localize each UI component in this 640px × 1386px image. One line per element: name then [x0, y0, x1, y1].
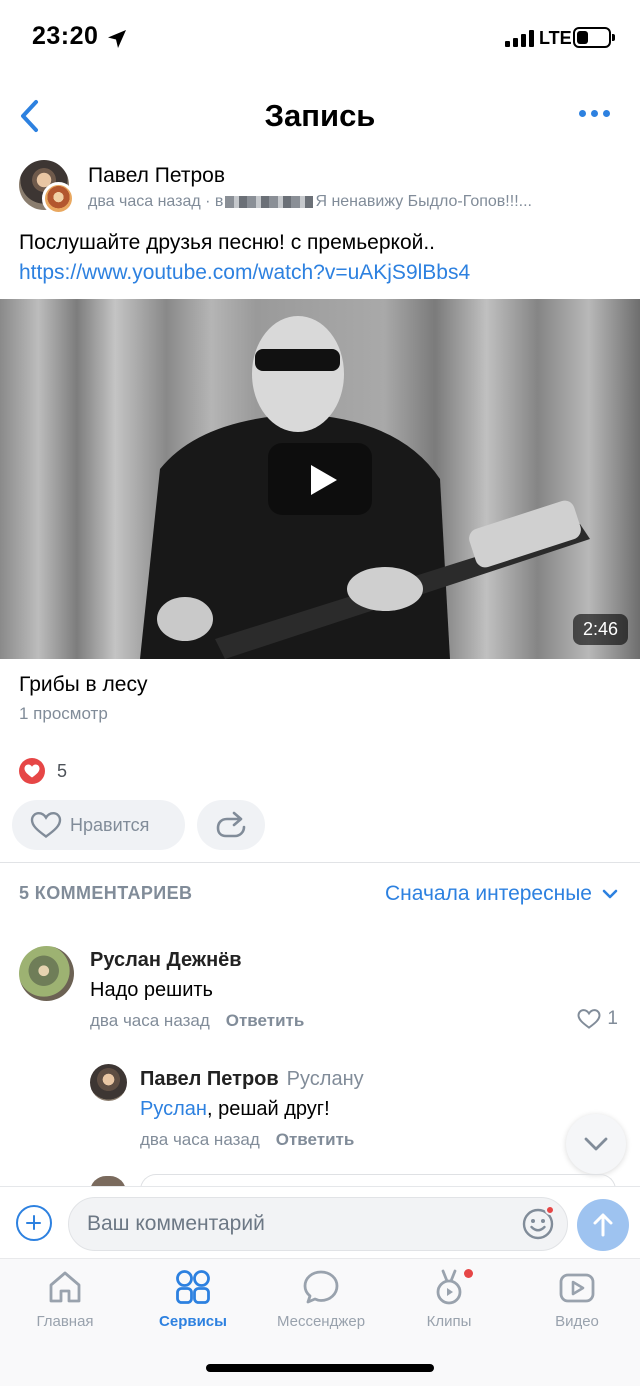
tab-services[interactable]: Сервисы: [138, 1267, 248, 1330]
post-meta: два часа назад · в Я ненавижу Быдло-Гопов…: [88, 193, 628, 211]
comment-text: Руслан, решай друг!: [140, 1098, 330, 1121]
tab-label: Мессенджер: [276, 1313, 366, 1330]
status-bar: 23:20 LTE: [0, 0, 640, 78]
reply-to: Руслану: [286, 1068, 364, 1090]
comment-author[interactable]: Руслан Дежнёв: [90, 949, 242, 972]
share-button[interactable]: [197, 800, 265, 850]
home-icon: [49, 1271, 81, 1303]
video-icon: [559, 1273, 595, 1303]
signal-icon: [505, 30, 534, 47]
page-title: Запись: [264, 98, 376, 133]
comment: Руслан Дежнёв Надо решить два часа назад…: [0, 940, 640, 1040]
likes-summary[interactable]: 5: [19, 758, 67, 784]
like-count: 5: [57, 760, 68, 781]
heart-outline-icon: [577, 1009, 601, 1029]
video-duration: 2:46: [572, 614, 628, 645]
location-arrow-icon: [108, 30, 126, 48]
tab-clips[interactable]: Клипы: [394, 1267, 504, 1330]
comment-input[interactable]: [68, 1197, 568, 1251]
post-time: два часа назад: [88, 193, 201, 210]
group-prefix: · в: [205, 193, 224, 210]
add-attachment-icon[interactable]: [16, 1205, 52, 1241]
comment-author: Павел Петров Руслану: [140, 1068, 364, 1091]
scroll-down-button[interactable]: [566, 1114, 626, 1174]
post-body: Послушайте друзья песню! с премьеркой.. …: [19, 228, 629, 288]
comment-text: Надо решить: [90, 979, 213, 1001]
heart-filled-icon: [19, 758, 45, 784]
more-options-icon[interactable]: [579, 110, 610, 117]
comments-count: 5 КОММЕНТАРИЕВ: [19, 883, 193, 903]
tab-label: Видео: [555, 1313, 599, 1330]
comment-like-count: 1: [607, 1008, 618, 1029]
send-button[interactable]: [577, 1199, 629, 1251]
mention-link[interactable]: Руслан: [140, 1098, 207, 1120]
video-thumbnail[interactable]: 2:46: [0, 299, 640, 659]
tab-messenger[interactable]: Мессенджер: [266, 1267, 376, 1330]
share-icon: [216, 811, 246, 838]
comment-meta: два часа назад Ответить: [140, 1130, 354, 1150]
comment-composer: [0, 1186, 640, 1258]
author-name[interactable]: Павел Петров: [88, 164, 225, 188]
clips-icon: [436, 1269, 462, 1305]
status-time: 23:20: [32, 22, 99, 50]
comment-reply: Павел Петров Руслану Руслан, решай друг! …: [0, 1060, 640, 1160]
group-name[interactable]: Я ненавижу Быдло-Гопов!!!...: [315, 193, 532, 210]
notification-dot: [545, 1205, 555, 1215]
commenter-avatar[interactable]: [90, 1064, 127, 1101]
video-title[interactable]: Грибы в лесу: [19, 673, 147, 697]
like-label: Нравится: [70, 814, 150, 835]
comments-sort-select[interactable]: Сначала интересные: [385, 882, 618, 906]
post-text: Послушайте друзья песню! с премьеркой..: [19, 231, 436, 254]
services-icon: [176, 1270, 210, 1304]
battery-icon: [573, 27, 615, 48]
tab-home[interactable]: Главная: [10, 1267, 120, 1330]
video-views: 1 просмотр: [19, 704, 108, 723]
reply-button[interactable]: Ответить: [276, 1130, 355, 1149]
comment-text-rest: , решай друг!: [206, 1098, 330, 1120]
tab-label: Главная: [36, 1313, 94, 1330]
sort-label: Сначала интересные: [385, 882, 592, 905]
messenger-icon: [303, 1270, 339, 1304]
post-link[interactable]: https://www.youtube.com/watch?v=uAKjS9lB…: [19, 258, 629, 288]
divider: [0, 862, 640, 863]
nav-bar: Запись: [0, 80, 640, 152]
network-type: LTE: [539, 28, 572, 48]
tab-label: Сервисы: [159, 1313, 227, 1330]
comment-time: два часа назад: [90, 1011, 210, 1030]
chevron-down-icon: [602, 889, 618, 899]
comment-author-name[interactable]: Павел Петров: [140, 1068, 279, 1090]
tab-video[interactable]: Видео: [522, 1267, 632, 1330]
notification-dot: [464, 1269, 473, 1278]
censored-mark: [225, 195, 314, 208]
post-actions: Нравится: [12, 800, 265, 850]
arrow-up-icon: [593, 1213, 613, 1237]
heart-outline-icon: [30, 811, 62, 838]
reply-button[interactable]: Ответить: [226, 1011, 305, 1030]
home-indicator: [206, 1364, 434, 1372]
post-header: Павел Петров два часа назад · в Я ненавиж…: [0, 156, 640, 222]
play-button[interactable]: [268, 443, 372, 515]
commenter-avatar[interactable]: [19, 946, 74, 1001]
comment-time: два часа назад: [140, 1130, 260, 1149]
comment-meta: два часа назад Ответить: [90, 1011, 304, 1031]
tab-label: Клипы: [426, 1313, 472, 1330]
chevron-down-icon: [584, 1137, 608, 1151]
group-avatar[interactable]: [42, 182, 75, 215]
like-button[interactable]: Нравится: [12, 800, 185, 850]
comment-like-button[interactable]: 1: [577, 1008, 618, 1030]
